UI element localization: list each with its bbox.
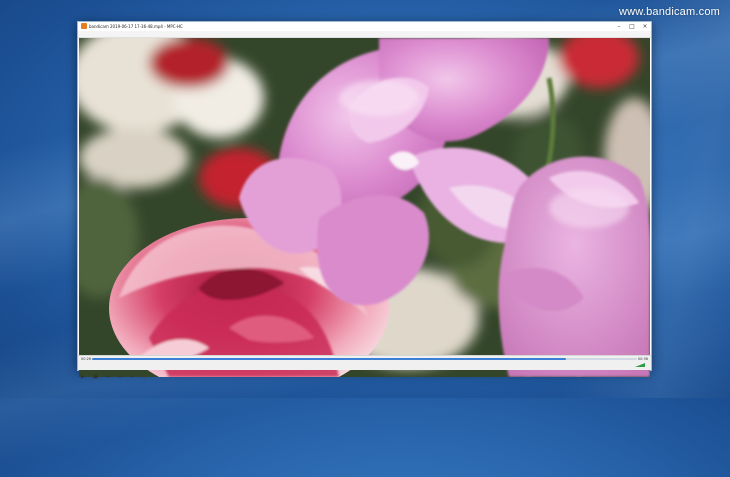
menu-bar: ファイル(F) 表示(V) 再生(P) ナビゲート(N) お気に入り(O) ヘル… bbox=[78, 31, 651, 47]
close-icon[interactable]: × bbox=[639, 22, 651, 31]
fullscreen-icon[interactable]: ⛶ bbox=[142, 374, 146, 380]
video-frame[interactable] bbox=[79, 38, 650, 377]
control-buttons: ▶ ■ ⏮ ⏭ ⏵ ⛶ bbox=[81, 363, 148, 380]
volume-level-icon[interactable] bbox=[635, 363, 645, 367]
frame-step-icon[interactable]: ⏵ bbox=[131, 374, 134, 380]
title-bar[interactable]: bandicam 2019-06-17 17-36-48.mp4 - MPC-H… bbox=[78, 22, 651, 31]
seek-progress bbox=[92, 358, 567, 360]
next-icon[interactable]: ⏭ bbox=[118, 374, 123, 380]
seek-bar[interactable] bbox=[92, 358, 637, 360]
window-title: bandicam 2019-06-17 17-36-48.mp4 - MPC-H… bbox=[89, 24, 183, 29]
maximize-icon[interactable]: □ bbox=[626, 22, 638, 31]
media-player-window[interactable]: bandicam 2019-06-17 17-36-48.mp4 - MPC-H… bbox=[77, 21, 652, 380]
stop-icon[interactable]: ■ bbox=[93, 374, 98, 380]
playback-controls: 00:26 00:36 ▶ ■ ⏮ ⏭ ⏵ ⛶ bbox=[78, 355, 651, 380]
app-icon bbox=[81, 23, 87, 29]
minimize-icon[interactable]: – bbox=[613, 22, 625, 31]
play-icon[interactable]: ▶ bbox=[81, 374, 85, 380]
total-time: 00:36 bbox=[637, 357, 648, 361]
current-time: 00:26 bbox=[81, 357, 92, 361]
volume-control[interactable] bbox=[631, 363, 647, 369]
bandicam-watermark: www.bandicam.com bbox=[618, 6, 720, 18]
previous-icon[interactable]: ⏮ bbox=[106, 374, 111, 380]
flower-video-image bbox=[79, 38, 650, 377]
